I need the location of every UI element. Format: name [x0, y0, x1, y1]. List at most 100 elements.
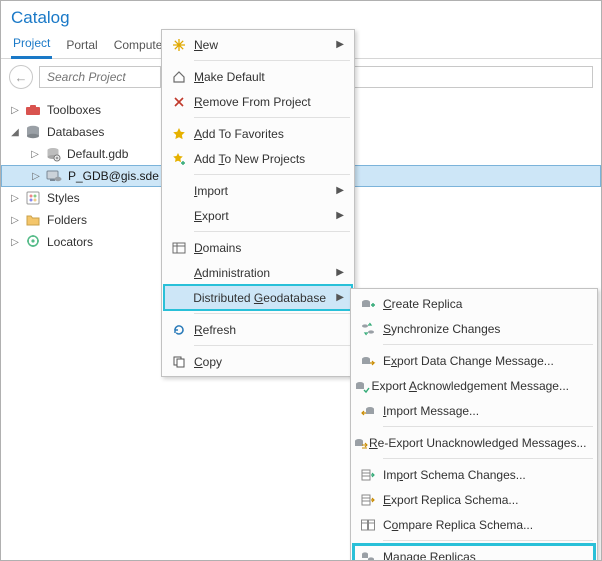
- export-schema-icon: [353, 487, 383, 512]
- menu-label: Export: [194, 209, 352, 223]
- menu-item-import-message[interactable]: Import Message...: [353, 398, 595, 423]
- menu-separator: [383, 540, 593, 541]
- menu-separator: [194, 117, 350, 118]
- import-schema-icon: [353, 462, 383, 487]
- menu-label: Copy: [194, 355, 352, 369]
- menu-item-export-data-change[interactable]: Export Data Change Message...: [353, 348, 595, 373]
- submenu-arrow-icon: ▶: [336, 210, 344, 221]
- menu-item-add-to-new-projects[interactable]: Add To New Projects: [164, 146, 352, 171]
- submenu-arrow-icon: ▶: [336, 292, 344, 303]
- menu-item-refresh[interactable]: Refresh: [164, 317, 352, 342]
- menu-separator: [383, 458, 593, 459]
- menu-label: Make Default: [194, 70, 352, 84]
- menu-label: Export Replica Schema...: [383, 493, 595, 507]
- menu-label: Compare Replica Schema...: [383, 518, 595, 532]
- menu-item-export-replica-schema[interactable]: Export Replica Schema...: [353, 487, 595, 512]
- menu-item-remove-from-project[interactable]: Remove From Project: [164, 89, 352, 114]
- menu-label: Manage Replicas: [383, 550, 595, 561]
- new-icon: [164, 32, 194, 57]
- star-icon: [164, 121, 194, 146]
- blank-icon: [164, 178, 194, 203]
- menu-label: Administration: [194, 266, 352, 280]
- menu-label: Remove From Project: [194, 95, 352, 109]
- submenu-arrow-icon: ▶: [336, 185, 344, 196]
- menu-item-export-ack[interactable]: Export Acknowledgement Message...: [353, 373, 595, 398]
- submenu-arrow-icon: ▶: [336, 39, 344, 50]
- submenu-distributed-geodatabase: Create Replica Synchronize Changes Expor…: [350, 288, 598, 561]
- menu-item-administration[interactable]: Administration ▶: [164, 260, 352, 285]
- menu-label: Export Data Change Message...: [383, 354, 595, 368]
- menu-label: Import Message...: [383, 404, 595, 418]
- menu-item-domains[interactable]: Domains: [164, 235, 352, 260]
- menu-item-import-schema-changes[interactable]: Import Schema Changes...: [353, 462, 595, 487]
- expander-icon[interactable]: ▷: [9, 193, 21, 204]
- menu-label: Distributed Geodatabase: [193, 291, 352, 305]
- sde-connection-icon: [46, 168, 62, 184]
- menu-item-export[interactable]: Export ▶: [164, 203, 352, 228]
- remove-icon: [164, 89, 194, 114]
- tab-compute[interactable]: Compute: [112, 34, 165, 58]
- menu-item-create-replica[interactable]: Create Replica: [353, 291, 595, 316]
- menu-label: New: [194, 38, 352, 52]
- blank-icon: [164, 285, 193, 310]
- menu-item-new[interactable]: New ▶: [164, 32, 352, 57]
- menu-separator: [383, 426, 593, 427]
- geodatabase-icon: [45, 146, 61, 162]
- export-data-icon: [353, 348, 383, 373]
- menu-label: Synchronize Changes: [383, 322, 595, 336]
- expander-icon[interactable]: ▷: [9, 215, 21, 226]
- arrow-left-icon: ←: [15, 70, 28, 85]
- back-button[interactable]: ←: [9, 65, 33, 89]
- menu-item-import[interactable]: Import ▶: [164, 178, 352, 203]
- refresh-icon: [164, 317, 194, 342]
- export-ack-icon: [353, 373, 372, 398]
- expander-icon[interactable]: ▷: [9, 105, 21, 116]
- menu-label: Export Acknowledgement Message...: [372, 379, 595, 393]
- compare-schema-icon: [353, 512, 383, 537]
- menu-item-add-to-favorites[interactable]: Add To Favorites: [164, 121, 352, 146]
- search-box[interactable]: [39, 66, 161, 88]
- expander-icon[interactable]: ◢: [9, 127, 21, 138]
- menu-label: Import Schema Changes...: [383, 468, 595, 482]
- tab-project[interactable]: Project: [11, 32, 52, 59]
- expander-icon[interactable]: ▷: [29, 149, 41, 160]
- menu-item-compare-replica-schema[interactable]: Compare Replica Schema...: [353, 512, 595, 537]
- menu-item-distributed-geodatabase[interactable]: Distributed Geodatabase ▶: [164, 285, 352, 310]
- menu-label: Re-Export Unacknowledged Messages...: [369, 436, 602, 450]
- menu-item-reexport-unack[interactable]: Re-Export Unacknowledged Messages...: [353, 430, 595, 455]
- manage-replicas-icon: [353, 544, 383, 561]
- pane-title: Catalog: [1, 1, 601, 32]
- tree-label: Toolboxes: [45, 103, 101, 117]
- menu-item-make-default[interactable]: Make Default: [164, 64, 352, 89]
- tree-label: Databases: [45, 125, 104, 139]
- database-icon: [25, 124, 41, 140]
- styles-icon: [25, 190, 41, 206]
- tree-label: Folders: [45, 213, 87, 227]
- locator-icon: [25, 234, 41, 250]
- search-input[interactable]: [45, 69, 155, 85]
- menu-label: Create Replica: [383, 297, 595, 311]
- blank-icon: [164, 260, 194, 285]
- tree-label: Styles: [45, 191, 80, 205]
- expander-icon[interactable]: ▷: [9, 237, 21, 248]
- tree-label: Locators: [45, 235, 93, 249]
- menu-item-manage-replicas[interactable]: Manage Replicas: [353, 544, 595, 561]
- copy-icon: [164, 349, 194, 374]
- reexport-icon: [353, 430, 369, 455]
- menu-separator: [194, 60, 350, 61]
- menu-separator: [194, 345, 350, 346]
- import-msg-icon: [353, 398, 383, 423]
- menu-label: Import: [194, 184, 352, 198]
- menu-separator: [194, 313, 350, 314]
- menu-item-synchronize-changes[interactable]: Synchronize Changes: [353, 316, 595, 341]
- home-icon: [164, 64, 194, 89]
- tab-portal[interactable]: Portal: [64, 34, 99, 58]
- menu-label: Add To Favorites: [194, 127, 352, 141]
- sync-icon: [353, 316, 383, 341]
- blank-icon: [164, 203, 194, 228]
- expander-icon[interactable]: ▷: [30, 171, 42, 182]
- menu-separator: [194, 231, 350, 232]
- menu-item-copy[interactable]: Copy: [164, 349, 352, 374]
- star-plus-icon: [164, 146, 194, 171]
- menu-label: Domains: [194, 241, 352, 255]
